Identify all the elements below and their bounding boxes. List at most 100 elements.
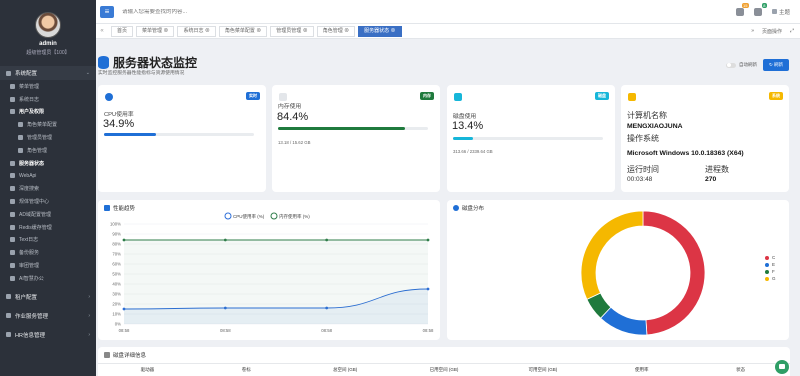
sidebar-group-jobs[interactable]: 作业服务管理 › bbox=[0, 309, 96, 323]
legend-item[interactable]: F bbox=[765, 269, 776, 274]
tab-menu[interactable]: 菜单管理 ⊗ bbox=[136, 25, 175, 37]
tab-syslog[interactable]: 系统日志 ⊗ bbox=[177, 25, 216, 37]
user-role[interactable]: 超级管理员【100】 bbox=[0, 49, 96, 56]
cpu-label: CPU使用率 bbox=[104, 112, 134, 118]
close-icon[interactable]: ⊗ bbox=[256, 28, 261, 34]
sidebar-group-tenant[interactable]: 租户配置 › bbox=[0, 290, 96, 304]
close-icon[interactable]: ⊗ bbox=[205, 28, 210, 34]
system-card: 系统 计算机名称 MENGXIAOJUNA 操作系统 Microsoft Win… bbox=[621, 85, 789, 192]
legend-marker bbox=[224, 212, 232, 220]
tab-label: 角色菜单配置 bbox=[224, 27, 255, 34]
sidebar-item-label: WebApi bbox=[19, 172, 37, 179]
info-icon bbox=[628, 93, 636, 101]
sidebar-item-admins[interactable]: 管理员管理 bbox=[0, 131, 96, 144]
search-input[interactable] bbox=[122, 8, 322, 15]
theme-label: 主题 bbox=[778, 9, 790, 16]
legend-dot bbox=[765, 262, 769, 267]
sidebar-item-text-log[interactable]: Text日志 bbox=[0, 234, 96, 247]
sidebar-item-label: 系统日志 bbox=[19, 96, 40, 103]
tabs-scroll-left-icon[interactable]: « bbox=[96, 28, 108, 34]
sidebar-item-roles[interactable]: 角色管理 bbox=[0, 144, 96, 157]
tab-roles[interactable]: 角色管理 ⊗ bbox=[316, 25, 356, 37]
page-ops-menu[interactable]: 页面操作 bbox=[762, 28, 782, 35]
sidebar-item-label: 用户及权限 bbox=[19, 109, 45, 116]
cpu-icon bbox=[105, 93, 113, 101]
data-point bbox=[426, 238, 430, 242]
refresh-button[interactable]: ↻ 刷新 bbox=[763, 59, 789, 71]
column-header[interactable]: 卷标 bbox=[197, 367, 296, 373]
sidebar-item-syslog[interactable]: 系统日志 bbox=[0, 93, 96, 106]
legend-item[interactable]: G bbox=[765, 276, 776, 281]
theme-button[interactable]: 主题 bbox=[771, 8, 790, 16]
sidebar-item-ai-office[interactable]: AI智慧办公 bbox=[0, 272, 96, 285]
memory-value: 84.4% bbox=[277, 111, 309, 123]
y-tick-label: 30% bbox=[112, 292, 121, 297]
chevron-right-icon: › bbox=[88, 312, 90, 319]
memory-foot: 13.18 / 15.62 GB bbox=[278, 140, 311, 145]
sidebar-item-rule-center[interactable]: 规体管理中心 bbox=[0, 195, 96, 208]
sidebar-item-backup[interactable]: 备份服务 bbox=[0, 246, 96, 259]
auto-refresh-toggle[interactable]: 自动刷新 bbox=[726, 62, 757, 68]
hdd-icon bbox=[454, 93, 462, 101]
sidebar-group-hr[interactable]: HR信息管理 › bbox=[0, 328, 96, 342]
sidebar-group-system-config[interactable]: 系统配置 ⌄ bbox=[0, 66, 96, 80]
tab-role-menu[interactable]: 角色菜单配置 ⊗ bbox=[218, 25, 268, 37]
bell-icon[interactable]: 8 bbox=[753, 2, 767, 16]
sidebar-item-audit[interactable]: 审团管理 bbox=[0, 259, 96, 272]
search-icon bbox=[10, 186, 15, 192]
tabs-scroll-right-icon[interactable]: » bbox=[751, 28, 754, 34]
close-icon[interactable]: ⊗ bbox=[163, 28, 168, 34]
disk-detail-header: 磁盘详细信息 bbox=[104, 351, 146, 359]
process-label: 进程数 bbox=[705, 165, 729, 174]
fullscreen-icon[interactable]: ⤢ bbox=[790, 28, 794, 34]
disk-progress-fill bbox=[453, 137, 474, 140]
close-icon[interactable]: ⊗ bbox=[391, 28, 396, 34]
toggle-switch[interactable] bbox=[726, 62, 736, 68]
sidebar-item-role-menu[interactable]: 角色菜单配置 bbox=[0, 118, 96, 131]
api-icon bbox=[10, 173, 15, 179]
chat-button[interactable] bbox=[775, 360, 789, 374]
chevron-right-icon: › bbox=[88, 331, 90, 338]
sidebar-item-server-status[interactable]: 服务器状态 bbox=[0, 157, 96, 170]
sidebar-item-label: 角色菜单配置 bbox=[27, 122, 58, 129]
sidebar-item-label: Text日志 bbox=[19, 237, 39, 244]
column-header[interactable]: 使用率 bbox=[592, 367, 691, 373]
tab-label: 系统日志 bbox=[183, 27, 204, 34]
legend-label: 内存使用率 (%) bbox=[279, 213, 310, 220]
sidebar-item-menu[interactable]: 菜单管理 bbox=[0, 80, 96, 93]
column-header[interactable]: 总空间 (GB) bbox=[296, 367, 395, 373]
sidebar-item-ad-config[interactable]: AD域配置管理 bbox=[0, 208, 96, 221]
legend-label: CPU使用率 (%) bbox=[233, 213, 265, 220]
menu-toggle-button[interactable]: ≡ bbox=[100, 5, 114, 18]
process-value: 270 bbox=[705, 176, 717, 183]
message-badge: 15 bbox=[741, 2, 749, 8]
disk-detail-title: 磁盘详细信息 bbox=[113, 353, 147, 359]
refresh-label: 刷新 bbox=[774, 62, 784, 67]
sidebar-item-redis[interactable]: Redis缓存管理 bbox=[0, 221, 96, 234]
close-icon[interactable]: ⊗ bbox=[344, 28, 349, 34]
os-label: 操作系统 bbox=[627, 134, 659, 143]
y-tick-label: 20% bbox=[112, 302, 121, 307]
tab-admins[interactable]: 管理员管理 ⊗ bbox=[270, 25, 314, 37]
column-header[interactable]: 已用空间 (GB) bbox=[395, 367, 494, 373]
sidebar-item-webapi[interactable]: WebApi bbox=[0, 170, 96, 183]
legend-item[interactable]: E bbox=[765, 262, 776, 267]
message-icon[interactable]: 15 bbox=[735, 2, 749, 16]
tab-server-status[interactable]: 服务器状态 ⊗ bbox=[358, 25, 402, 37]
sidebar-item-users-permissions[interactable]: 用户及权限 bbox=[0, 106, 96, 119]
legend-item[interactable]: C bbox=[765, 255, 776, 260]
settings-icon bbox=[6, 70, 11, 76]
sidebar-group-label: HR信息管理 bbox=[15, 332, 45, 339]
y-tick-label: 100% bbox=[110, 222, 121, 227]
tab-home[interactable]: 首页 bbox=[111, 25, 134, 37]
ad-icon bbox=[10, 211, 15, 217]
column-header[interactable]: 驱动器 bbox=[98, 367, 197, 373]
user-profile: admin 超级管理员【100】 bbox=[0, 0, 96, 66]
role-icon bbox=[18, 122, 23, 128]
column-header[interactable]: 可用空间 (GB) bbox=[493, 367, 592, 373]
avatar[interactable] bbox=[35, 12, 61, 38]
sidebar-item-label: 管理员管理 bbox=[27, 135, 53, 142]
sidebar-item-deep-search[interactable]: 深度搜索 bbox=[0, 182, 96, 195]
chart-icon bbox=[10, 160, 15, 166]
close-icon[interactable]: ⊗ bbox=[303, 28, 308, 34]
